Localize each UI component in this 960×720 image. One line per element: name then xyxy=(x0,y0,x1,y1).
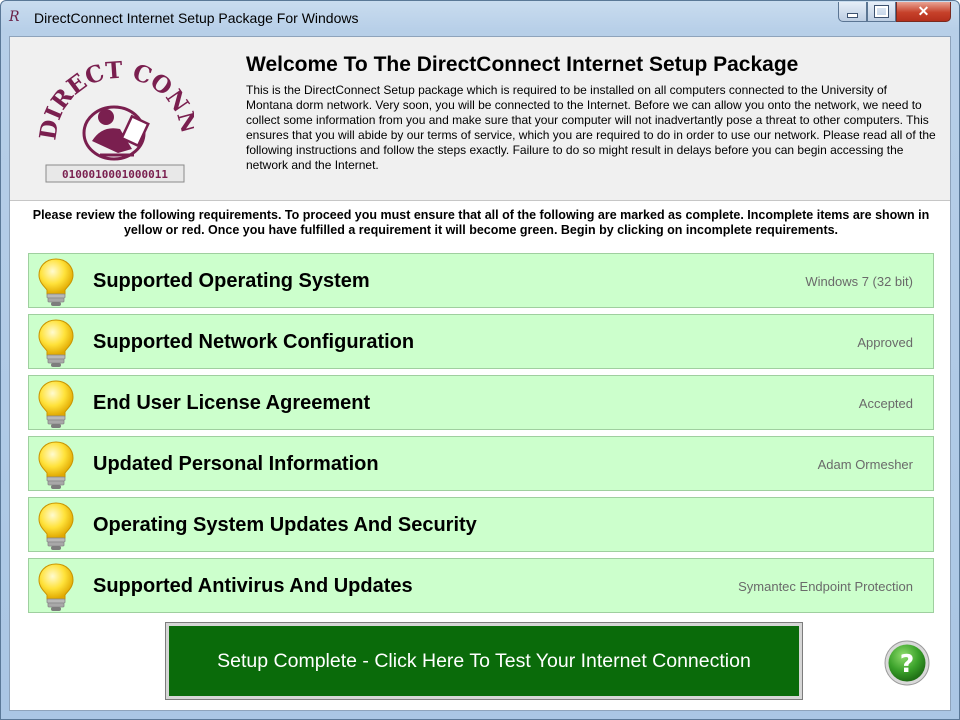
intro-text: This is the DirectConnect Setup package … xyxy=(246,83,936,172)
requirement-row[interactable]: Supported Operating System Windows 7 (32 … xyxy=(28,253,934,308)
requirement-row[interactable]: End User License Agreement Accepted xyxy=(28,375,934,430)
lightbulb-icon xyxy=(37,379,75,429)
requirement-row[interactable]: Supported Network Configuration Approved xyxy=(28,314,934,369)
lightbulb-icon xyxy=(37,257,75,307)
title-bar[interactable]: R DirectConnect Internet Setup Package F… xyxy=(1,1,959,35)
requirement-label: Supported Network Configuration xyxy=(93,331,415,353)
close-button[interactable]: ✕ xyxy=(896,2,951,22)
app-window: R DirectConnect Internet Setup Package F… xyxy=(0,0,960,720)
client-area: DIRECT CONNECT 0100010001000011 Welcome … xyxy=(9,36,951,711)
requirements-note: Please review the following requirements… xyxy=(32,208,930,237)
test-connection-button[interactable]: Setup Complete - Click Here To Test Your… xyxy=(165,622,803,700)
lightbulb-icon xyxy=(37,440,75,490)
lightbulb-icon xyxy=(37,501,75,551)
requirement-row[interactable]: Operating System Updates And Security xyxy=(28,497,934,552)
header-panel: DIRECT CONNECT 0100010001000011 Welcome … xyxy=(10,37,950,201)
app-icon: R xyxy=(9,9,20,25)
test-connection-label: Setup Complete - Click Here To Test Your… xyxy=(217,649,751,672)
requirement-label: Updated Personal Information xyxy=(93,453,379,475)
requirement-label: Operating System Updates And Security xyxy=(93,514,477,536)
maximize-icon xyxy=(874,5,889,18)
logo-binary: 0100010001000011 xyxy=(62,168,168,181)
minimize-button[interactable] xyxy=(838,2,867,22)
requirement-status: Windows 7 (32 bit) xyxy=(805,274,913,289)
maximize-button[interactable] xyxy=(867,2,896,22)
requirement-label: Supported Antivirus And Updates xyxy=(93,575,413,597)
directconnect-logo: DIRECT CONNECT 0100010001000011 xyxy=(34,51,194,183)
lightbulb-icon xyxy=(37,318,75,368)
window-title: DirectConnect Internet Setup Package For… xyxy=(34,10,359,26)
requirement-label: End User License Agreement xyxy=(93,392,371,414)
lightbulb-icon xyxy=(37,562,75,612)
help-button[interactable]: ? xyxy=(883,639,931,687)
close-icon: ✕ xyxy=(917,3,930,19)
requirement-row[interactable]: Supported Antivirus And Updates Symantec … xyxy=(28,558,934,613)
help-icon: ? xyxy=(900,649,915,678)
welcome-title: Welcome To The DirectConnect Internet Se… xyxy=(246,53,799,76)
requirement-status: Accepted xyxy=(858,396,913,411)
requirement-row[interactable]: Updated Personal Information Adam Ormeshe… xyxy=(28,436,934,491)
requirement-label: Supported Operating System xyxy=(93,270,370,292)
requirement-status: Adam Ormesher xyxy=(817,457,913,472)
requirement-status: Symantec Endpoint Protection xyxy=(738,579,913,594)
requirement-status: Approved xyxy=(857,335,913,350)
minimize-icon xyxy=(847,12,858,18)
